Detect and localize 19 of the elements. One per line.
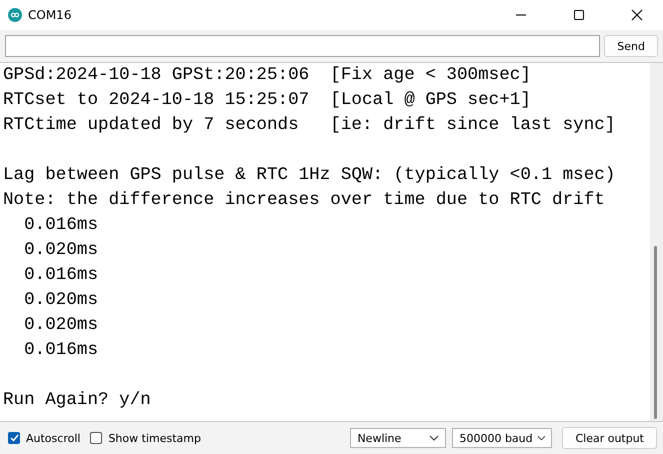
- window-title: COM16: [28, 8, 72, 22]
- output-line: GPSd:2024-10-18 GPSt:20:25:06 [Fix age < 300msec]: [3, 64, 531, 87]
- output-line: 0.016ms: [23, 339, 98, 362]
- output-line: 0.020ms: [23, 289, 98, 312]
- line-ending-dropdown[interactable]: Newline: [350, 428, 446, 448]
- output-line: Lag between GPS pulse & RTC 1Hz SQW: (typically <0.1 msec): [3, 164, 616, 187]
- checkbox-label: Autoscroll: [26, 432, 80, 444]
- baud-rate-dropdown[interactable]: 500000 baud: [452, 428, 552, 448]
- output-line: 0.020ms: [23, 314, 98, 337]
- checkbox-label: Show timestamp: [108, 432, 201, 444]
- clear-output-button[interactable]: Clear output: [562, 427, 657, 449]
- output-line: RTCset to 2024-10-18 15:25:07 [Local @ GPS sec+1]: [3, 89, 531, 112]
- output-line: RTCtime updated by 7 seconds [ie: drift since last sync]: [3, 114, 616, 137]
- send-button[interactable]: Send: [604, 35, 658, 57]
- output-line: Note: the difference increases over time due to RTC drift: [3, 189, 605, 212]
- output-line: 0.016ms: [23, 264, 98, 287]
- output-line: Run Again? y/n: [3, 389, 151, 412]
- output-line: 0.020ms: [23, 239, 98, 262]
- output-line: 0.016ms: [23, 214, 98, 237]
